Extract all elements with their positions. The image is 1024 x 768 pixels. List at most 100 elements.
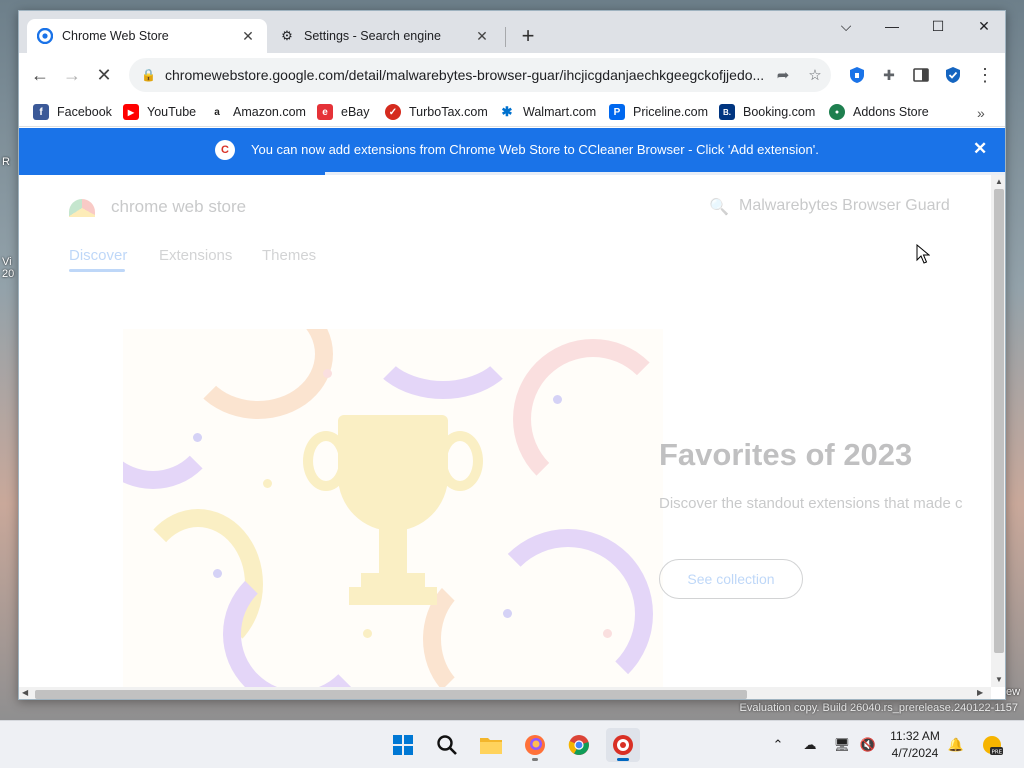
bookmark-star-icon[interactable]: ☆ [799, 66, 831, 84]
side-panel-icon[interactable] [909, 63, 933, 87]
copilot-preview-icon[interactable]: PRE [980, 735, 1004, 755]
hero-subtitle: Discover the standout extensions that ma… [659, 495, 963, 512]
desktop-icon-fragment: Vi 20 [2, 256, 15, 280]
more-bookmarks-chevron-icon[interactable]: » [977, 105, 985, 121]
stop-loading-button[interactable]: ✕ [89, 60, 119, 90]
horizontal-scrollbar[interactable]: ◀ ▶ [19, 687, 991, 699]
bookmark-youtube[interactable]: ▶ YouTube [123, 101, 196, 123]
firefox-icon[interactable] [518, 728, 552, 762]
share-icon[interactable]: ➦ [767, 66, 799, 84]
ebay-icon: e [317, 104, 333, 120]
tray-overflow-chevron-icon[interactable]: ⌃ [768, 735, 788, 755]
store-search-input[interactable]: Malwarebytes Browser Guard [739, 197, 950, 215]
addons-store-icon: ● [829, 104, 845, 120]
onedrive-offline-icon[interactable]: ☁ [800, 735, 820, 755]
extensions-puzzle-icon[interactable]: ✚ [877, 63, 901, 87]
scroll-down-arrow-icon[interactable]: ▼ [995, 675, 1003, 684]
svg-text:PRE: PRE [992, 749, 1003, 755]
taskbar-clock[interactable]: 11:32 AM 4/7/2024 [884, 728, 946, 762]
privacy-shield-extension-icon[interactable] [845, 63, 869, 87]
bookmark-addons-store[interactable]: ● Addons Store [829, 101, 929, 123]
volume-muted-icon[interactable]: 🔇 [858, 735, 878, 755]
nav-tab-extensions[interactable]: Extensions [159, 247, 232, 264]
vertical-scrollbar[interactable]: ▲ ▼ [991, 175, 1005, 687]
scroll-up-arrow-icon[interactable]: ▲ [995, 177, 1003, 186]
bookmark-label: Addons Store [853, 105, 929, 119]
scroll-left-arrow-icon[interactable]: ◀ [22, 688, 28, 697]
close-tab-icon[interactable]: ✕ [473, 27, 491, 45]
bookmarks-bar: f Facebook ▶ YouTube a Amazon.com e eBay… [19, 97, 1005, 127]
start-icon[interactable] [386, 728, 420, 762]
bookmark-priceline[interactable]: P Priceline.com [609, 101, 708, 123]
address-bar[interactable]: 🔒 chromewebstore.google.com/detail/malwa… [129, 58, 831, 92]
file-explorer-icon[interactable] [474, 728, 508, 762]
search-icon[interactable] [430, 728, 464, 762]
address-url[interactable]: chromewebstore.google.com/detail/malware… [165, 67, 767, 83]
see-collection-button[interactable]: See collection [659, 559, 803, 599]
bookmark-label: Facebook [57, 105, 112, 119]
evaluation-watermark: Evaluation copy. Build 26040.rs_prerelea… [739, 702, 1018, 714]
ccleaner-infobar: C You can now add extensions from Chrome… [19, 128, 1005, 172]
lock-icon[interactable]: 🔒 [141, 68, 157, 82]
trophy-icon [338, 415, 448, 531]
tab-search-chevron-icon[interactable]: ⌵ [823, 11, 869, 41]
malwarebytes-shield-icon[interactable] [941, 63, 965, 87]
nav-tab-discover[interactable]: Discover [69, 247, 127, 264]
tab-chrome-web-store[interactable]: Chrome Web Store ✕ [27, 19, 267, 53]
tab-strip: Chrome Web Store ✕ ⚙ Settings - Search e… [19, 11, 1005, 53]
bookmark-ebay[interactable]: e eBay [317, 101, 370, 123]
vertical-scroll-thumb[interactable] [994, 189, 1004, 653]
loading-overlay-content: chrome web store 🔍 Malwarebytes Browser … [19, 175, 991, 687]
web-page-content: chrome web store 🔍 Malwarebytes Browser … [19, 175, 991, 687]
bookmark-facebook[interactable]: f Facebook [33, 101, 112, 123]
notification-bell-icon[interactable]: 🔔 [946, 735, 966, 755]
ccleaner-browser-icon[interactable] [606, 728, 640, 762]
store-name[interactable]: chrome web store [111, 197, 246, 217]
booking-icon: B. [719, 104, 735, 120]
tab-settings-search-engine[interactable]: ⚙ Settings - Search engine ✕ [269, 19, 501, 53]
search-icon[interactable]: 🔍 [709, 197, 729, 217]
network-icon[interactable]: 🖥 [832, 735, 852, 755]
browser-toolbar: ← → ✕ 🔒 chromewebstore.google.com/detail… [19, 53, 1005, 97]
bookmark-turbotax[interactable]: ✓ TurboTax.com [385, 101, 488, 123]
horizontal-scroll-thumb[interactable] [35, 690, 747, 699]
new-tab-button[interactable]: + [515, 23, 541, 49]
bookmark-booking[interactable]: B. Booking.com [719, 101, 815, 123]
nav-tab-underline [69, 269, 125, 272]
hero-banner-image[interactable] [123, 329, 663, 687]
turbotax-icon: ✓ [385, 104, 401, 120]
clock-date: 4/7/2024 [891, 746, 939, 760]
windows-taskbar: ⌃ ☁ 🖥 🔇 11:32 AM 4/7/2024 🔔 PRE [0, 720, 1024, 768]
minimize-button[interactable]: — [869, 11, 915, 41]
clock-time: 11:32 AM [890, 729, 940, 743]
gear-icon: ⚙ [281, 28, 293, 43]
close-window-button[interactable]: ✕ [961, 11, 1005, 41]
chrome-web-store-logo-icon[interactable] [69, 199, 95, 217]
bookmark-label: Booking.com [743, 105, 816, 119]
back-button[interactable]: ← [25, 60, 55, 90]
walmart-icon: ✱ [499, 104, 515, 120]
bookmark-walmart[interactable]: ✱ Walmart.com [499, 101, 596, 123]
bookmark-label: Amazon.com [233, 105, 306, 119]
desktop-text-fragment: ew [1006, 686, 1021, 698]
chrome-icon[interactable] [562, 728, 596, 762]
bookmark-label: Priceline.com [633, 105, 709, 119]
mouse-cursor-icon [916, 244, 930, 264]
hero-title: Favorites of 2023 [659, 437, 913, 472]
tab-title: Chrome Web Store [62, 29, 169, 43]
bookmark-amazon[interactable]: a Amazon.com [209, 101, 306, 123]
bookmark-label: Walmart.com [523, 105, 597, 119]
facebook-icon: f [33, 104, 49, 120]
scroll-right-arrow-icon[interactable]: ▶ [977, 688, 983, 697]
close-tab-icon[interactable]: ✕ [239, 27, 257, 45]
bookmark-label: eBay [341, 105, 370, 119]
forward-button[interactable]: → [57, 60, 87, 90]
nav-tab-themes[interactable]: Themes [262, 247, 316, 264]
chrome-web-store-icon [37, 28, 53, 44]
infobar-close-icon[interactable]: ✕ [973, 139, 987, 159]
youtube-icon: ▶ [123, 104, 139, 120]
tab-separator [505, 27, 506, 47]
menu-kebab-icon[interactable]: ⋮ [973, 63, 997, 87]
infobar-message: You can now add extensions from Chrome W… [251, 142, 819, 157]
maximize-button[interactable]: ☐ [915, 11, 961, 41]
